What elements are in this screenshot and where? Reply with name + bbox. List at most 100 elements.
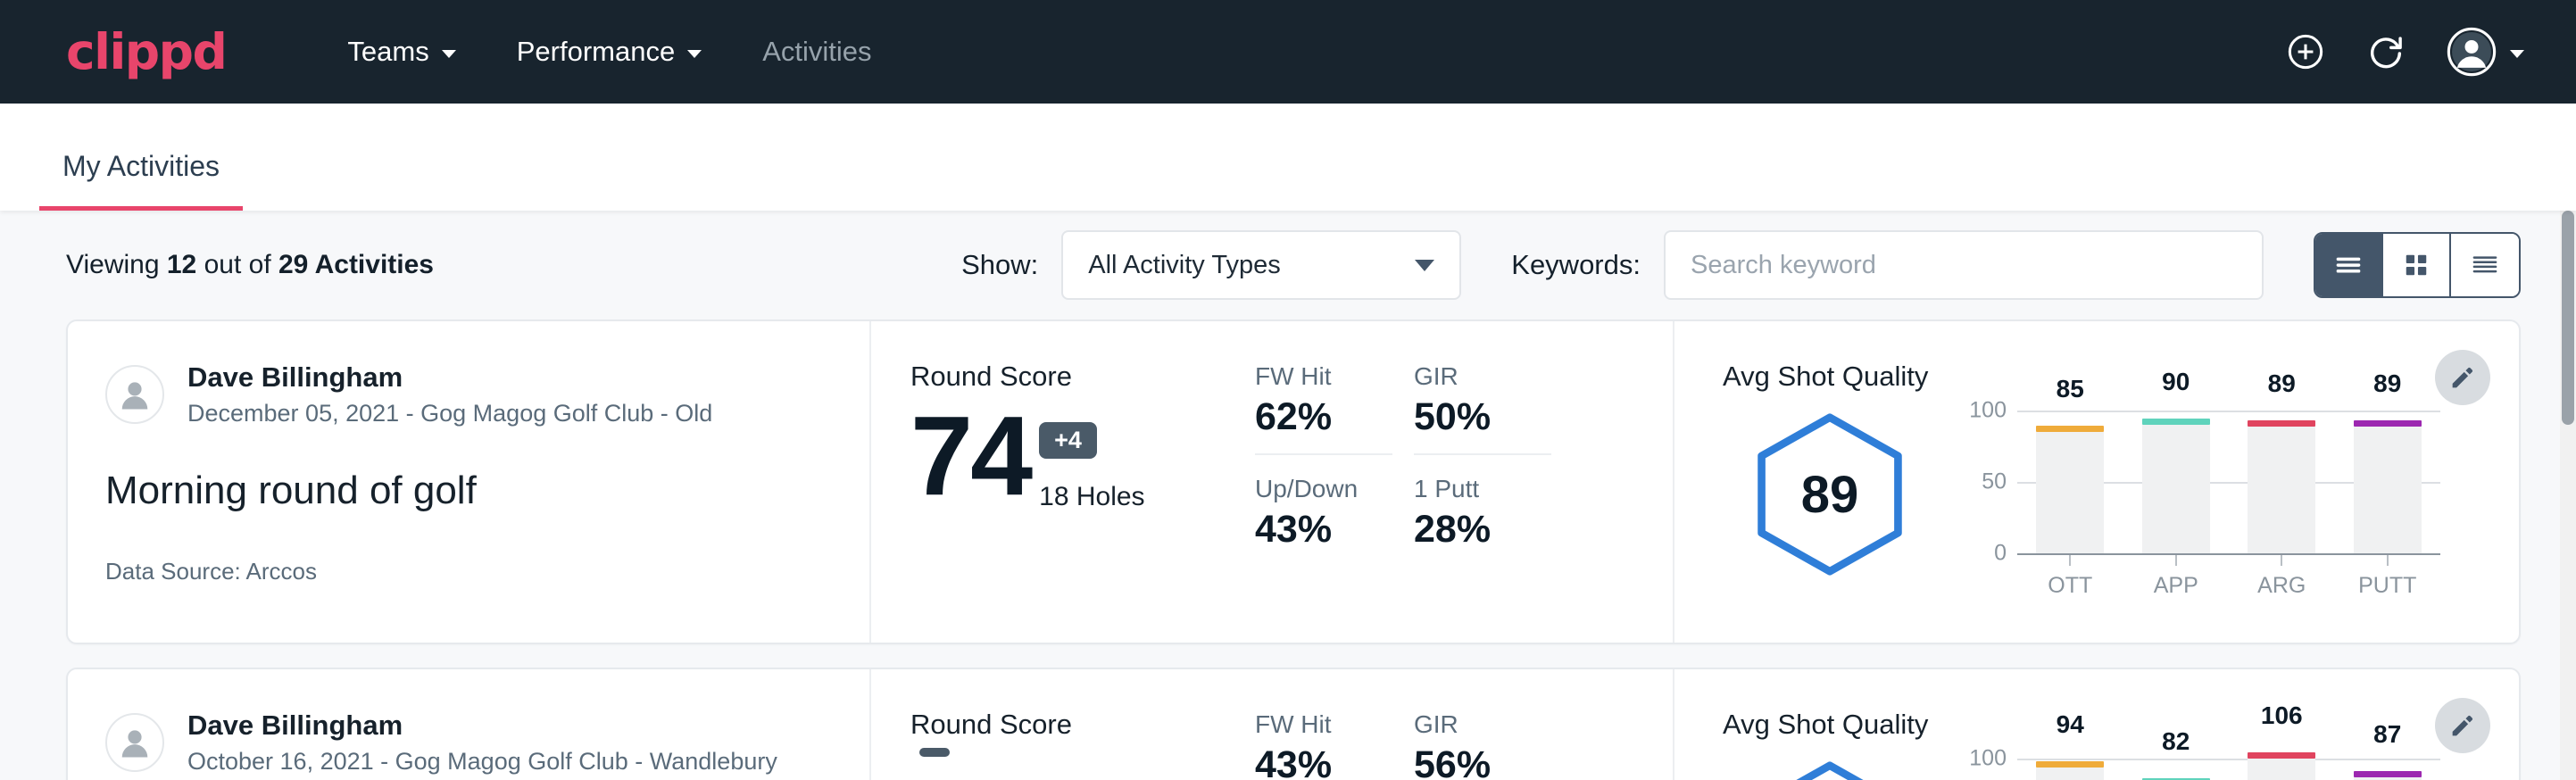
scrollbar-thumb[interactable]: [2562, 211, 2574, 425]
chart-bar-ott: 94: [2017, 759, 2123, 780]
nav-actions: [2285, 26, 2524, 78]
grid-view-button[interactable]: [2383, 234, 2451, 296]
show-label: Show:: [961, 249, 1038, 281]
grid-squares-icon: [2400, 249, 2432, 281]
avatar: [105, 365, 164, 424]
chart-bar-body: [2354, 427, 2422, 553]
chart-bar-app: 82: [2123, 759, 2230, 780]
list-lines-icon: [2331, 247, 2366, 283]
plus-circle-icon[interactable]: [2285, 31, 2326, 72]
viewing-prefix: Viewing: [66, 250, 160, 279]
stat-one-putt-value: 28%: [1414, 509, 1551, 551]
shot-quality-section: Avg Shot Quality 89 050100 85908989: [1674, 321, 2519, 643]
chart-x-label-arg: ARG: [2229, 573, 2335, 599]
chart-bar-putt: 89: [2335, 411, 2441, 553]
pencil-icon: [2448, 363, 2477, 392]
chart-bar-cap: [2248, 420, 2315, 427]
person-icon: [112, 719, 158, 766]
chart-bars: 948210687: [2017, 759, 2440, 780]
round-score-value: 74: [910, 400, 1030, 512]
activity-user: Dave Billingham December 05, 2021 - Gog …: [105, 361, 869, 429]
nav-item-activities[interactable]: Activities: [732, 36, 902, 68]
stat-gir: GIR 56%: [1414, 709, 1551, 780]
tab-my-activities-label: My Activities: [62, 150, 220, 182]
view-mode-toggle: [2314, 232, 2521, 298]
activity-type-select-value: All Activity Types: [1088, 251, 1280, 280]
person-icon: [112, 371, 158, 418]
activity-identity: Dave Billingham December 05, 2021 - Gog …: [68, 321, 871, 643]
avatar: [105, 713, 164, 772]
stat-fw-hit-value: 43%: [1255, 744, 1392, 780]
chart-bar-body: [2248, 759, 2315, 780]
stat-gir-label: GIR: [1414, 361, 1551, 393]
nav-item-performance[interactable]: Performance: [486, 36, 732, 68]
round-score-section: Round Score 74 +4 18 Holes: [871, 321, 1255, 643]
app-logo[interactable]: clippd: [66, 28, 226, 77]
edit-activity-button[interactable]: [2435, 350, 2490, 405]
search-input[interactable]: [1664, 230, 2264, 300]
round-score-section: Round Score: [871, 669, 1255, 780]
chevron-down-icon: [687, 50, 702, 58]
tab-my-activities[interactable]: My Activities: [39, 150, 243, 211]
round-score-row: 74 +4 18 Holes: [910, 400, 1255, 512]
chart-x-label-ott: OTT: [2017, 573, 2123, 599]
shot-quality-chart: 050100 85908989 OTTAPPARGPUTT: [1967, 398, 2440, 599]
chart-y-axis: 050100: [1967, 411, 2014, 553]
round-stats-section: FW Hit 62% GIR 50% Up/Down 43% 1 Putt 28…: [1255, 321, 1674, 643]
stat-up-down-value: 43%: [1255, 509, 1392, 551]
compact-lines-icon: [2467, 247, 2503, 283]
round-score-label: Round Score: [910, 361, 1255, 393]
chart-plot-area: 948210687: [2017, 759, 2440, 780]
chart-bar-value: 89: [2268, 369, 2296, 398]
activity-card[interactable]: Dave Billingham October 16, 2021 - Gog M…: [66, 668, 2521, 780]
chart-y-axis: 050100: [1967, 759, 2014, 780]
chart-bar-body: [2142, 425, 2210, 553]
stat-gir-value: 56%: [1414, 744, 1551, 780]
chart-x-tick: [2335, 553, 2441, 566]
stat-fw-hit: FW Hit 62%: [1255, 361, 1392, 455]
chart-bar-body: [2036, 768, 2104, 780]
chart-x-label-app: APP: [2123, 573, 2230, 599]
chart-x-tick: [2123, 553, 2230, 566]
page-scrollbar[interactable]: [2560, 211, 2576, 780]
viewing-count: 12: [167, 250, 196, 279]
chart-x-tick: [2017, 553, 2123, 566]
chart-bar-cap: [2248, 752, 2315, 759]
chart-bar-value: 85: [2057, 375, 2084, 403]
chart-y-tick-0: 0: [1994, 541, 2007, 567]
shot-quality-hexagon: [1723, 746, 1937, 780]
chart-bar-value: 106: [2261, 701, 2303, 730]
round-score-row: [910, 748, 1255, 780]
account-menu[interactable]: [2446, 26, 2524, 78]
chart-x-tick: [2229, 553, 2335, 566]
list-view-button[interactable]: [2315, 234, 2383, 296]
stat-fw-hit-value: 62%: [1255, 396, 1392, 438]
chart-bar-value: 90: [2162, 368, 2190, 396]
main-nav-items: Teams Performance Activities: [317, 36, 902, 68]
chart-bar-arg: 89: [2229, 411, 2335, 553]
compact-view-button[interactable]: [2451, 234, 2519, 296]
holes-played: 18 Holes: [1039, 482, 1144, 512]
stat-fw-hit: FW Hit 43%: [1255, 709, 1392, 780]
stat-up-down-label: Up/Down: [1255, 473, 1392, 505]
activity-type-select[interactable]: All Activity Types: [1061, 230, 1461, 300]
nav-item-teams[interactable]: Teams: [317, 36, 486, 68]
chart-x-labels: OTTAPPARGPUTT: [2017, 573, 2440, 599]
activity-user-meta: October 16, 2021 - Gog Magog Golf Club -…: [187, 746, 777, 777]
refresh-icon[interactable]: [2365, 31, 2406, 72]
chart-bar-cap: [2354, 771, 2422, 777]
chart-bar-body: [2248, 427, 2315, 553]
activity-user-name: Dave Billingham: [187, 709, 777, 743]
activity-card[interactable]: Dave Billingham December 05, 2021 - Gog …: [66, 319, 2521, 644]
edit-activity-button[interactable]: [2435, 698, 2490, 753]
pencil-icon: [2448, 711, 2477, 740]
chart-bar-app: 90: [2123, 411, 2230, 553]
shot-quality-section: Avg Shot Quality 050100 948210687: [1674, 669, 2519, 780]
keywords-label: Keywords:: [1511, 249, 1641, 281]
keywords-group: Keywords:: [1511, 230, 2264, 300]
shot-quality-hexagon: 89: [1723, 398, 1937, 582]
tab-strip: My Activities: [0, 104, 2576, 211]
chart-bar-cap: [2036, 761, 2104, 768]
round-score-label: Round Score: [910, 709, 1255, 741]
activity-data-source: Data Source: Arccos: [105, 558, 869, 585]
